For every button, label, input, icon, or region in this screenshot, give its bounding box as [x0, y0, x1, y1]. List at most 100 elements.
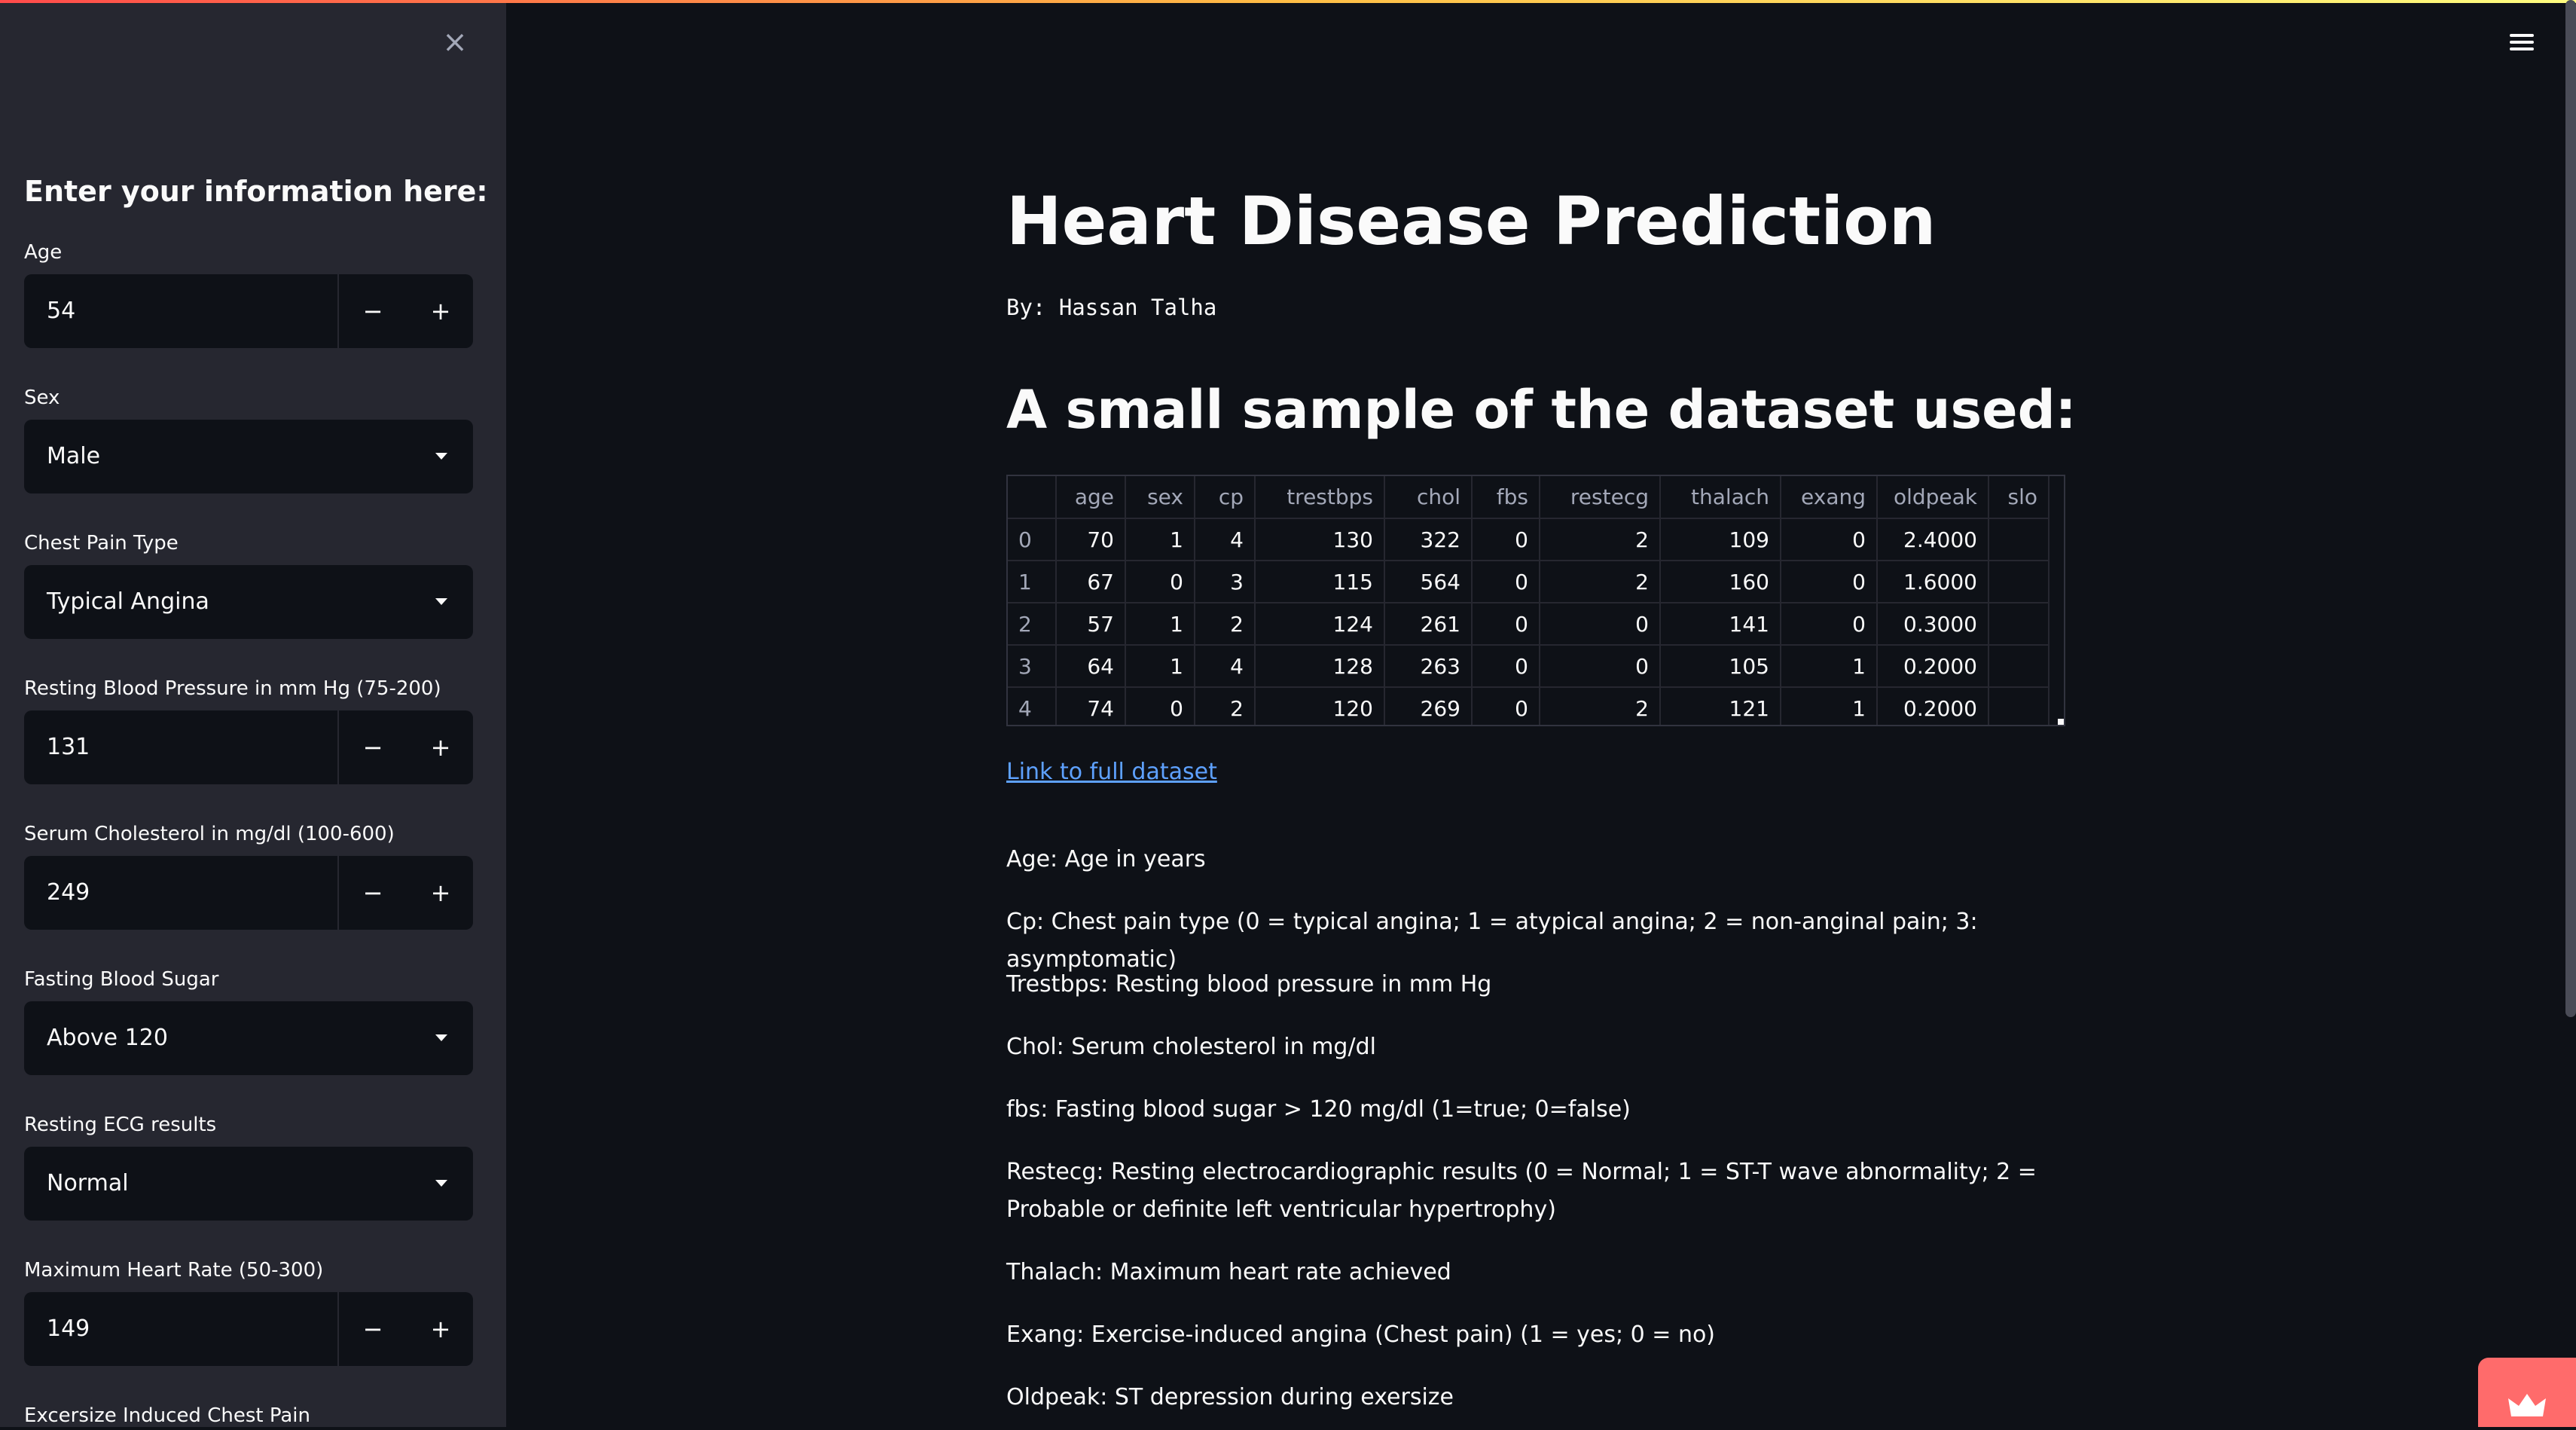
table-cell[interactable]: 0 — [1472, 561, 1540, 603]
table-cell[interactable]: 3 — [1195, 561, 1256, 603]
column-header[interactable]: exang — [1781, 476, 1878, 519]
column-header[interactable]: trestbps — [1255, 476, 1385, 519]
table-cell[interactable] — [1988, 645, 2050, 688]
table-cell[interactable] — [1988, 687, 2050, 725]
table-cell[interactable]: 0 — [1125, 561, 1195, 603]
chest-pain-select[interactable]: Typical Angina — [24, 565, 473, 639]
fasting-blood-sugar-select[interactable]: Above 120 — [24, 1001, 473, 1075]
table-cell[interactable]: 2 — [1540, 561, 1661, 603]
row-index-cell[interactable]: 4 — [1008, 687, 1057, 725]
table-cell[interactable]: 0.2000 — [1877, 687, 1989, 725]
table-cell[interactable]: 4 — [1195, 518, 1256, 561]
column-header[interactable]: restecg — [1540, 476, 1661, 519]
column-header[interactable]: oldpeak — [1877, 476, 1989, 519]
table-cell[interactable]: 0.2000 — [1877, 645, 1989, 688]
row-index-cell[interactable]: 2 — [1008, 603, 1057, 646]
table-cell[interactable]: 74 — [1056, 687, 1126, 725]
table-cell[interactable]: 121 — [1660, 687, 1781, 725]
table-cell[interactable]: 105 — [1660, 645, 1781, 688]
row-index-cell[interactable]: 0 — [1008, 518, 1057, 561]
table-cell[interactable]: 64 — [1056, 645, 1126, 688]
table-cell[interactable]: 261 — [1384, 603, 1473, 646]
description-fbs: fbs: Fasting blood sugar > 120 mg/dl (1=… — [1006, 1096, 1631, 1123]
column-header[interactable]: cp — [1195, 476, 1256, 519]
row-index-cell[interactable]: 1 — [1008, 561, 1057, 603]
table-cell[interactable]: 2 — [1540, 518, 1661, 561]
input-value[interactable]: 149 — [47, 1292, 90, 1366]
table-cell[interactable]: 0 — [1472, 645, 1540, 688]
increment-button[interactable]: + — [407, 274, 475, 348]
table-cell[interactable]: 141 — [1660, 603, 1781, 646]
table-cell[interactable]: 109 — [1660, 518, 1781, 561]
full-dataset-link[interactable]: Link to full dataset — [1006, 755, 1217, 790]
table-cell[interactable]: 2.4000 — [1877, 518, 1989, 561]
column-header[interactable]: age — [1056, 476, 1126, 519]
column-header[interactable]: slo — [1988, 476, 2050, 519]
table-cell[interactable]: 115 — [1255, 561, 1385, 603]
table-cell[interactable]: 124 — [1255, 603, 1385, 646]
table-cell[interactable]: 2 — [1195, 687, 1256, 725]
table-cell[interactable]: 130 — [1255, 518, 1385, 561]
table-cell[interactable]: 120 — [1255, 687, 1385, 725]
scrollbar[interactable] — [2565, 0, 2576, 1017]
increment-button[interactable]: + — [407, 1292, 475, 1366]
table-cell[interactable] — [1988, 518, 2050, 561]
dataframe-table[interactable]: age sex cp trestbps chol fbs restecg tha… — [1006, 475, 2065, 726]
table-cell[interactable]: 0 — [1540, 645, 1661, 688]
table-cell[interactable]: 2 — [1540, 687, 1661, 725]
table-cell[interactable]: 0.3000 — [1877, 603, 1989, 646]
table-cell[interactable]: 0 — [1781, 561, 1878, 603]
table-cell[interactable]: 4 — [1195, 645, 1256, 688]
table-cell[interactable]: 1 — [1125, 603, 1195, 646]
hamburger-icon[interactable] — [2507, 30, 2537, 60]
crown-icon[interactable] — [2478, 1358, 2576, 1427]
table-cell[interactable]: 2 — [1195, 603, 1256, 646]
resting-ecg-select[interactable]: Normal — [24, 1147, 473, 1221]
table-cell[interactable]: 0 — [1472, 603, 1540, 646]
table-cell[interactable]: 269 — [1384, 687, 1473, 725]
table-cell[interactable]: 160 — [1660, 561, 1781, 603]
close-icon[interactable]: × — [440, 27, 470, 57]
table-cell[interactable]: 263 — [1384, 645, 1473, 688]
table-cell[interactable]: 1.6000 — [1877, 561, 1989, 603]
decrement-button[interactable]: − — [339, 710, 407, 784]
table-cell[interactable]: 322 — [1384, 518, 1473, 561]
increment-button[interactable]: + — [407, 856, 475, 930]
column-header[interactable]: fbs — [1472, 476, 1540, 519]
decrement-button[interactable]: − — [339, 1292, 407, 1366]
column-header[interactable]: thalach — [1660, 476, 1781, 519]
table-cell[interactable] — [1988, 603, 2050, 646]
increment-button[interactable]: + — [407, 710, 475, 784]
sex-select[interactable]: Male — [24, 420, 473, 493]
row-index-cell[interactable]: 3 — [1008, 645, 1057, 688]
table-cell[interactable]: 0 — [1781, 603, 1878, 646]
age-number-input[interactable]: 54 − + — [24, 274, 473, 348]
table-cell[interactable]: 1 — [1781, 645, 1878, 688]
table-cell[interactable]: 70 — [1056, 518, 1126, 561]
input-value[interactable]: 54 — [47, 274, 75, 348]
table-cell[interactable]: 67 — [1056, 561, 1126, 603]
resting-bp-number-input[interactable]: 131 − + — [24, 710, 473, 784]
table-cell[interactable]: 0 — [1540, 603, 1661, 646]
decrement-button[interactable]: − — [339, 856, 407, 930]
cholesterol-number-input[interactable]: 249 − + — [24, 856, 473, 930]
table-cell[interactable] — [1988, 561, 2050, 603]
table-cell[interactable]: 0 — [1125, 687, 1195, 725]
input-value[interactable]: 131 — [47, 710, 90, 784]
table-cell[interactable]: 1 — [1125, 518, 1195, 561]
table-cell[interactable]: 57 — [1056, 603, 1126, 646]
table-cell[interactable]: 1 — [1125, 645, 1195, 688]
table-cell[interactable]: 128 — [1255, 645, 1385, 688]
table-cell[interactable]: 564 — [1384, 561, 1473, 603]
table-cell[interactable]: 1 — [1781, 687, 1878, 725]
column-header[interactable] — [1008, 476, 1057, 519]
decrement-button[interactable]: − — [339, 274, 407, 348]
column-header[interactable]: sex — [1125, 476, 1195, 519]
input-value[interactable]: 249 — [47, 856, 90, 930]
table-cell[interactable]: 0 — [1781, 518, 1878, 561]
resize-handle[interactable] — [2058, 719, 2064, 725]
max-heart-rate-number-input[interactable]: 149 − + — [24, 1292, 473, 1366]
column-header[interactable]: chol — [1384, 476, 1473, 519]
table-cell[interactable]: 0 — [1472, 518, 1540, 561]
table-cell[interactable]: 0 — [1472, 687, 1540, 725]
